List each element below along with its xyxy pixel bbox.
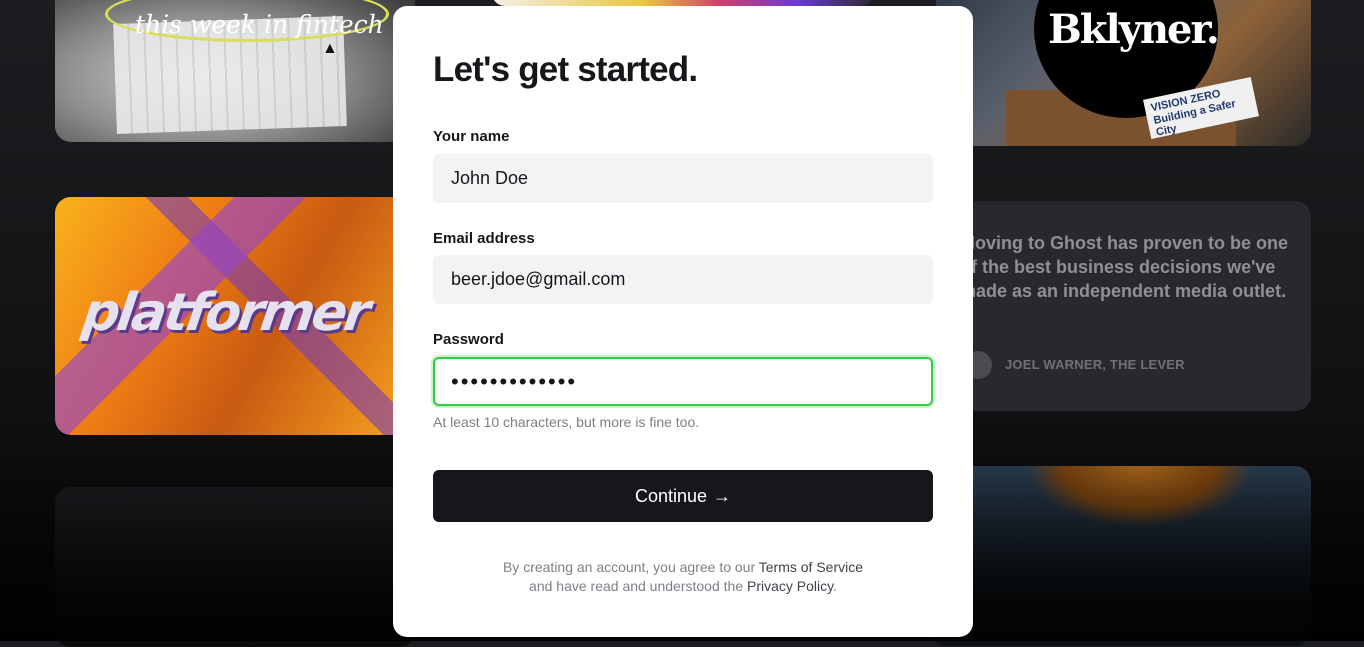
- password-input[interactable]: •••••••••••••: [433, 357, 933, 406]
- arrow-right-icon: →: [713, 485, 732, 506]
- password-hint: At least 10 characters, but more is fine…: [433, 414, 700, 430]
- privacy-policy-link[interactable]: Privacy Policy: [747, 578, 833, 594]
- signup-modal: Let's get started. Your name John Doe Em…: [393, 6, 973, 637]
- name-label: Your name: [433, 128, 510, 145]
- password-label: Password: [433, 331, 504, 348]
- email-value: beer.jdoe@gmail.com: [451, 269, 626, 289]
- bklyner-logo: Bklyner.: [1048, 6, 1220, 53]
- terms-notice: By creating an account, you agree to our…: [433, 558, 933, 596]
- terms-mid: and have read and understood the: [529, 578, 747, 594]
- platformer-card: platformer: [55, 197, 415, 435]
- name-value: John Doe: [451, 168, 529, 188]
- password-value: •••••••••••••: [451, 368, 578, 394]
- testimonial-author: JOEL WARNER, THE LEVER: [1005, 357, 1185, 372]
- email-input[interactable]: beer.jdoe@gmail.com: [433, 255, 933, 304]
- terms-pre: By creating an account, you agree to our: [502, 559, 759, 575]
- bklyner-card: Bklyner. VISION ZERO Building a Safer Ci…: [936, 0, 1311, 146]
- name-input[interactable]: John Doe: [433, 154, 933, 203]
- continue-label: Continue: [634, 485, 708, 506]
- terms-of-service-link[interactable]: Terms of Service: [759, 559, 863, 575]
- fintech-card: this week in fintech ▲: [55, 0, 415, 142]
- modal-title: Let's get started.: [433, 50, 698, 89]
- testimonial-quote: Moving to Ghost has proven to be one of …: [960, 233, 1289, 301]
- fintech-card-title: this week in fintech: [135, 10, 384, 39]
- continue-button[interactable]: Continue →: [433, 470, 933, 522]
- email-label: Email address: [433, 230, 535, 247]
- mouse-cursor-icon: ▲: [322, 40, 338, 57]
- testimonial-card: Moving to Ghost has proven to be one of …: [930, 201, 1311, 411]
- terms-end: .: [833, 578, 837, 594]
- platformer-logo: platformer: [78, 283, 372, 343]
